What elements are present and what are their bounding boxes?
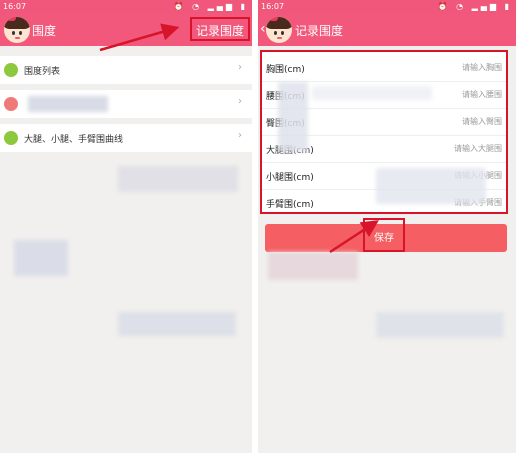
arrow-to-form <box>329 220 379 254</box>
arrow-to-record-button <box>99 23 180 52</box>
annotation-arrows <box>99 23 379 254</box>
